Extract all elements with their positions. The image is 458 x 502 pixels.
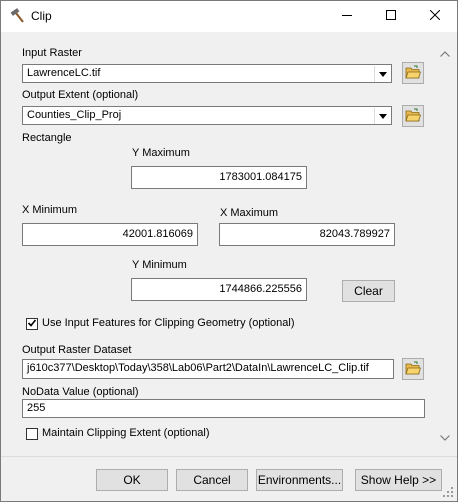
window-title: Clip [31,9,52,23]
cancel-button[interactable]: Cancel [176,469,248,491]
output-raster-field[interactable]: j610c377\Desktop\Today\358\Lab06\Part2\D… [22,359,394,379]
x-maximum-field[interactable]: 82043.789927 [219,223,395,246]
nodata-value: 255 [27,402,46,414]
dialog-body: Input Raster LawrenceLC.tif Output Exten… [1,32,457,501]
close-icon [429,9,441,23]
nodata-label: NoData Value (optional) [22,386,139,398]
y-minimum-value: 1744866.225556 [219,283,302,295]
y-minimum-field[interactable]: 1744866.225556 [131,278,307,301]
y-maximum-label: Y Maximum [132,147,190,159]
y-maximum-value: 1783001.084175 [219,171,302,183]
clip-dialog: Clip Input Raster LawrenceLC.tif Output … [0,0,458,502]
input-raster-combo[interactable]: LawrenceLC.tif [22,64,392,83]
minimize-button[interactable] [325,1,369,32]
use-input-features-label[interactable]: Use Input Features for Clipping Geometry… [42,317,295,329]
open-folder-icon [405,65,422,82]
y-minimum-label: Y Minimum [132,259,187,271]
minimize-icon [342,10,352,23]
environments-button[interactable]: Environments... [256,469,343,491]
x-minimum-value: 42001.816069 [122,228,193,240]
output-extent-label: Output Extent (optional) [22,89,139,101]
maintain-clipping-extent-checkbox[interactable] [26,428,38,440]
use-input-features-checkbox[interactable] [26,318,38,330]
x-maximum-label: X Maximum [220,207,279,219]
x-maximum-value: 82043.789927 [319,228,390,240]
maximize-icon [386,10,396,23]
input-raster-label: Input Raster [22,47,82,59]
chevron-up-icon[interactable] [440,48,450,60]
title-bar: Clip [1,1,457,32]
output-extent-value: Counties_Clip_Proj [27,109,122,121]
hammer-icon [9,8,25,24]
maximize-button[interactable] [369,1,413,32]
y-maximum-field[interactable]: 1783001.084175 [131,166,307,189]
chevron-down-icon[interactable] [374,108,390,124]
resize-grip-icon[interactable] [442,486,454,501]
chevron-down-icon[interactable] [440,432,450,444]
show-help-button[interactable]: Show Help >> [355,469,442,491]
x-minimum-field[interactable]: 42001.816069 [22,223,198,246]
maintain-clipping-extent-label[interactable]: Maintain Clipping Extent (optional) [42,427,210,439]
output-raster-value: j610c377\Desktop\Today\358\Lab06\Part2\D… [27,362,369,374]
input-raster-value: LawrenceLC.tif [27,67,101,79]
close-button[interactable] [413,1,457,32]
checkmark-icon [27,318,37,331]
x-minimum-label: X Minimum [22,204,78,216]
input-raster-browse-button[interactable] [402,62,424,84]
clear-button[interactable]: Clear [342,280,395,302]
output-raster-label: Output Raster Dataset [22,344,132,356]
output-raster-browse-button[interactable] [402,358,424,380]
chevron-down-icon[interactable] [374,66,390,82]
output-extent-combo[interactable]: Counties_Clip_Proj [22,106,392,125]
open-folder-icon [405,361,422,378]
nodata-field[interactable]: 255 [22,399,425,418]
open-folder-icon [405,108,422,125]
footer-separator [1,456,457,457]
rectangle-label: Rectangle [22,132,72,144]
ok-button[interactable]: OK [96,469,168,491]
vertical-scrollbar[interactable] [437,44,454,448]
output-extent-browse-button[interactable] [402,105,424,127]
